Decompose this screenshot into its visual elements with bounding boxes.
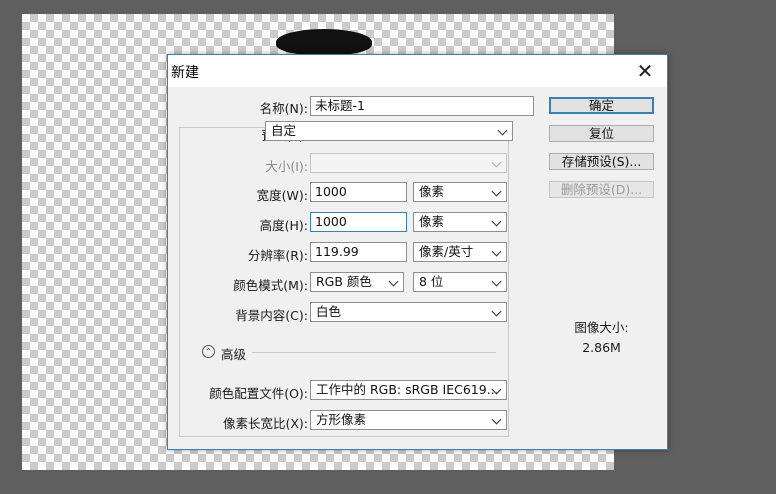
preset-value: 自定	[271, 123, 297, 138]
height-unit-select[interactable]: 像素	[413, 212, 507, 232]
pixel-aspect-select[interactable]: 方形像素	[310, 410, 507, 430]
resolution-input[interactable]: 119.99	[310, 242, 407, 262]
size-select	[310, 153, 507, 173]
pixel-aspect-label: 像素长宽比(X):	[222, 416, 308, 431]
chevron-down-icon	[491, 216, 502, 227]
chevron-down-icon	[491, 246, 502, 257]
background-value: 白色	[316, 304, 342, 319]
width-unit-select[interactable]: 像素	[413, 182, 507, 202]
chevron-down-icon	[388, 276, 399, 287]
name-input[interactable]: 未标题-1	[310, 96, 534, 116]
height-label: 高度(H):	[259, 218, 308, 233]
color-mode-label: 颜色模式(M):	[233, 278, 308, 293]
resolution-unit-value: 像素/英寸	[419, 244, 474, 259]
chevron-down-icon	[491, 306, 502, 317]
ok-button[interactable]: 确定	[549, 97, 654, 114]
save-preset-button[interactable]: 存储预设(S)...	[549, 153, 654, 170]
size-label: 大小(I):	[265, 159, 308, 174]
bit-depth-value: 8 位	[419, 274, 444, 289]
chevron-down-icon	[491, 414, 502, 425]
background-select[interactable]: 白色	[310, 302, 507, 322]
color-profile-value: 工作中的 RGB: sRGB IEC619...	[316, 382, 499, 397]
name-label: 名称(N):	[259, 101, 308, 116]
delete-preset-button: 删除预设(D)...	[549, 181, 654, 198]
advanced-divider	[252, 352, 496, 353]
new-document-dialog: 新建 ✕ 名称(N): 未标题-1 预设(P): 自定 大小(I): 宽度(W)…	[167, 54, 668, 450]
dialog-title: 新建	[171, 65, 199, 81]
height-input[interactable]: 1000	[310, 212, 407, 232]
resolution-label: 分辨率(R):	[247, 248, 308, 263]
image-size-label: 图像大小:	[574, 320, 629, 335]
bit-depth-select[interactable]: 8 位	[413, 272, 507, 292]
color-profile-select[interactable]: 工作中的 RGB: sRGB IEC619...	[310, 380, 507, 400]
width-unit-value: 像素	[419, 184, 445, 199]
chevron-down-icon	[491, 157, 502, 168]
pixel-aspect-value: 方形像素	[316, 412, 367, 427]
background-label: 背景内容(C):	[235, 308, 308, 323]
canvas-black-shape	[276, 29, 372, 55]
chevron-down-icon	[491, 186, 502, 197]
advanced-label[interactable]: 高级	[221, 344, 246, 363]
color-mode-select[interactable]: RGB 颜色	[310, 272, 404, 292]
width-input[interactable]: 1000	[310, 182, 407, 202]
width-label: 宽度(W):	[256, 188, 308, 203]
dialog-titlebar: 新建 ✕	[168, 55, 667, 87]
color-profile-label: 颜色配置文件(O):	[209, 386, 308, 401]
image-size-value: 2.86M	[582, 340, 621, 355]
resolution-unit-select[interactable]: 像素/英寸	[413, 242, 507, 262]
preset-select[interactable]: 自定	[265, 121, 513, 141]
reset-button[interactable]: 复位	[549, 125, 654, 142]
height-unit-value: 像素	[419, 214, 445, 229]
chevron-down-icon	[497, 125, 508, 136]
chevron-down-icon	[491, 276, 502, 287]
color-mode-value: RGB 颜色	[316, 274, 372, 289]
chevron-up-circle-icon[interactable]: ⌃	[202, 345, 215, 358]
close-icon[interactable]: ✕	[631, 59, 659, 83]
